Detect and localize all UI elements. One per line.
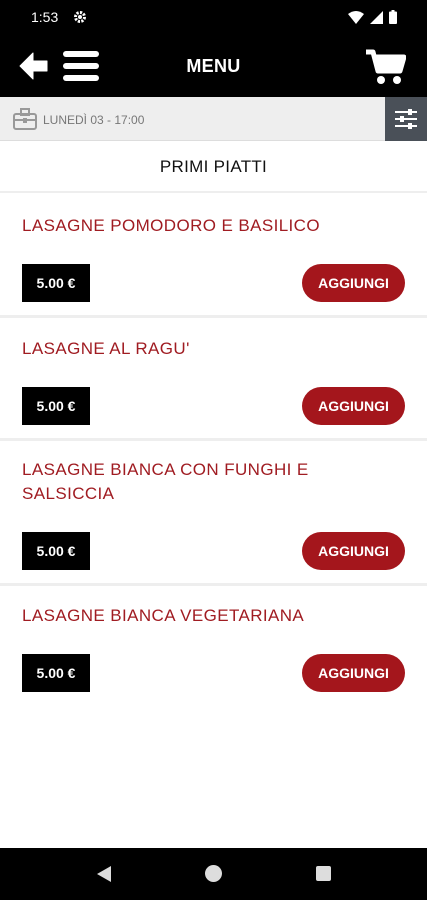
product-item: LASAGNE AL RAGU' 5.00 € AGGIUNGI	[0, 318, 427, 441]
product-item: LASAGNE BIANCA VEGETARIANA 5.00 € AGGIUN…	[0, 586, 427, 706]
product-name: LASAGNE BIANCA CON FUNGHI E SALSICCIA	[22, 460, 309, 503]
add-to-cart-button[interactable]: AGGIUNGI	[302, 387, 405, 425]
delivery-date-label: LUNEDÌ 03 - 17:00	[43, 113, 145, 127]
wifi-icon	[348, 10, 364, 24]
product-item: LASAGNE BIANCA CON FUNGHI E SALSICCIA 5.…	[0, 441, 427, 586]
product-price: 5.00 €	[22, 532, 90, 570]
product-item: LASAGNE POMODORO E BASILICO 5.00 € AGGIU…	[0, 195, 427, 318]
product-price: 5.00 €	[22, 654, 90, 692]
nav-back-icon[interactable]	[96, 865, 112, 888]
page-title: MENU	[186, 56, 241, 76]
category-title: PRIMI PIATTI	[0, 141, 427, 193]
add-to-cart-button[interactable]: AGGIUNGI	[302, 264, 405, 302]
shopping-cart-icon[interactable]	[366, 49, 407, 85]
product-price: 5.00 €	[22, 264, 90, 302]
delivery-time-icon	[13, 108, 37, 135]
filter-sliders-icon[interactable]	[385, 97, 427, 141]
add-to-cart-button[interactable]: AGGIUNGI	[302, 532, 405, 570]
status-bar: 1:53	[0, 0, 427, 35]
product-name: LASAGNE AL RAGU'	[22, 339, 190, 358]
status-time: 1:53	[31, 9, 59, 25]
app-bar: MENU	[0, 35, 427, 97]
product-price: 5.00 €	[22, 387, 90, 425]
nav-home-icon[interactable]	[205, 865, 222, 882]
add-to-cart-button[interactable]: AGGIUNGI	[302, 654, 405, 692]
product-name: LASAGNE BIANCA VEGETARIANA	[22, 606, 305, 625]
date-selector[interactable]: LUNEDÌ 03 - 17:00	[0, 97, 427, 141]
system-nav-bar	[0, 848, 427, 900]
battery-icon	[389, 10, 397, 24]
product-name: LASAGNE POMODORO E BASILICO	[22, 216, 320, 235]
status-icons	[348, 10, 397, 24]
settings-gear-icon	[73, 10, 87, 29]
signal-icon	[370, 10, 383, 24]
nav-recents-icon[interactable]	[316, 866, 331, 881]
